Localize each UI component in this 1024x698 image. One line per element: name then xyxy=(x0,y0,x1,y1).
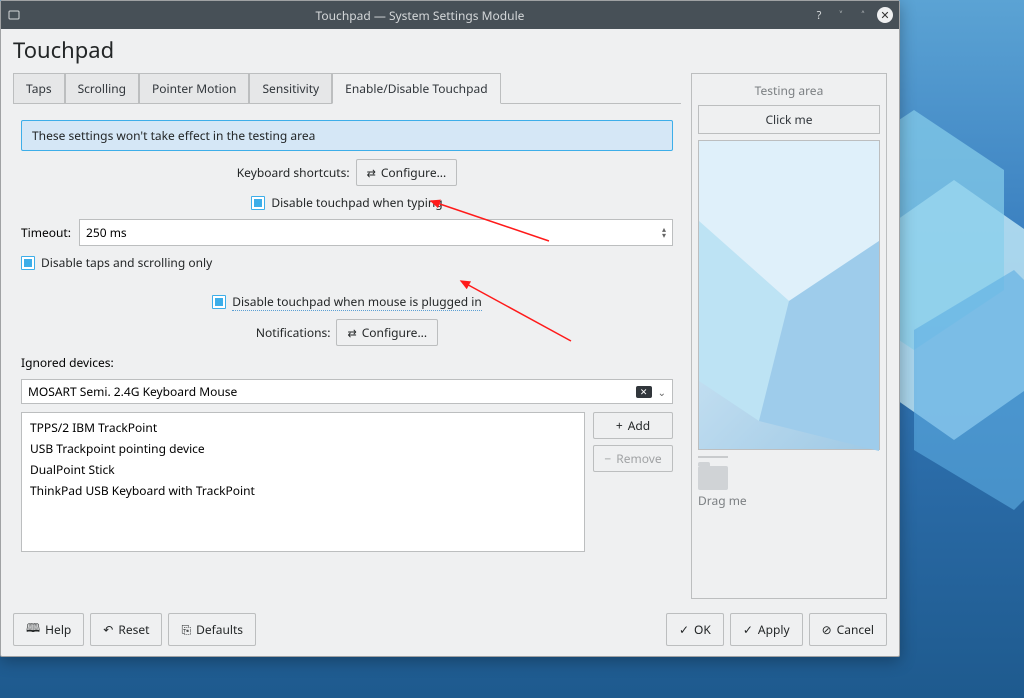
notifications-row: Notifications: Configure... xyxy=(21,319,673,346)
spin-arrows-icon[interactable]: ▴▾ xyxy=(662,227,666,239)
disable-taps-label: Disable taps and scrolling only xyxy=(41,254,212,271)
info-message: These settings won't take effect in the … xyxy=(21,120,673,151)
testing-area-label: Testing area xyxy=(692,74,886,105)
defaults-icon: ⎘ xyxy=(181,621,191,638)
reset-button[interactable]: ↶ Reset xyxy=(90,613,162,646)
tabs: Taps Scrolling Pointer Motion Sensitivit… xyxy=(13,73,681,104)
disable-mouse-row: Disable touchpad when mouse is plugged i… xyxy=(21,293,673,311)
ignored-devices-value: MOSART Semi. 2.4G Keyboard Mouse xyxy=(28,383,630,400)
chevron-down-icon[interactable]: ⌄ xyxy=(658,385,666,399)
help-button[interactable]: 🕮 Help xyxy=(13,613,84,646)
configure-label: Configure... xyxy=(362,324,427,341)
ignored-devices-combo[interactable]: MOSART Semi. 2.4G Keyboard Mouse ✕ ⌄ xyxy=(21,379,673,404)
content: Touchpad Taps Scrolling Pointer Motion S… xyxy=(1,29,899,656)
disable-mouse-checkbox[interactable] xyxy=(212,295,226,309)
disable-typing-checkbox[interactable] xyxy=(251,196,265,210)
undo-icon: ↶ xyxy=(103,621,113,638)
list-item[interactable]: DualPoint Stick xyxy=(26,459,580,480)
help-icon: 🕮 xyxy=(26,619,40,640)
defaults-button[interactable]: ⎘ Defaults xyxy=(168,613,256,646)
list-item[interactable]: USB Trackpoint pointing device xyxy=(26,438,580,459)
apply-label: Apply xyxy=(758,621,790,638)
device-buttons: + Add − Remove xyxy=(593,412,673,552)
apply-button[interactable]: ✓ Apply xyxy=(730,613,803,646)
configure-shortcuts-button[interactable]: Configure... xyxy=(356,159,458,186)
settings-window: Touchpad — System Settings Module ? ˅ ˄ … xyxy=(0,0,900,657)
window-title: Touchpad — System Settings Module xyxy=(29,7,811,24)
window-controls: ? ˅ ˄ ✕ xyxy=(811,7,893,23)
check-icon: ✓ xyxy=(743,621,753,638)
disable-taps-checkbox[interactable] xyxy=(21,256,35,270)
configure-label: Configure... xyxy=(381,164,446,181)
disable-typing-label: Disable touchpad when typing xyxy=(271,194,442,211)
app-icon xyxy=(7,8,21,22)
add-label: Add xyxy=(628,417,650,434)
list-item[interactable]: TPPS/2 IBM TrackPoint xyxy=(26,417,580,438)
device-list[interactable]: TPPS/2 IBM TrackPoint USB Trackpoint poi… xyxy=(21,412,585,552)
list-item[interactable]: ThinkPad USB Keyboard with TrackPoint xyxy=(26,480,580,501)
clear-icon[interactable]: ✕ xyxy=(636,386,652,398)
titlebar: Touchpad — System Settings Module ? ˅ ˄ … xyxy=(1,1,899,29)
keyboard-shortcuts-label: Keyboard shortcuts: xyxy=(237,164,350,181)
drag-me-label: Drag me xyxy=(698,492,880,509)
devices-row: TPPS/2 IBM TrackPoint USB Trackpoint poi… xyxy=(21,412,673,552)
timeout-row: Timeout: 250 ms ▴▾ xyxy=(21,219,673,246)
configure-icon xyxy=(347,324,356,341)
left-column: Taps Scrolling Pointer Motion Sensitivit… xyxy=(13,73,681,599)
testing-surface[interactable] xyxy=(698,140,880,450)
add-button[interactable]: + Add xyxy=(593,412,673,439)
disable-mouse-label: Disable touchpad when mouse is plugged i… xyxy=(232,293,482,311)
folder-icon[interactable] xyxy=(698,466,728,490)
remove-button[interactable]: − Remove xyxy=(593,445,673,472)
cancel-button[interactable]: ⊘ Cancel xyxy=(809,613,887,646)
defaults-label: Defaults xyxy=(196,621,243,638)
cancel-icon: ⊘ xyxy=(822,621,832,638)
plus-icon: + xyxy=(616,417,623,434)
timeout-value: 250 ms xyxy=(86,224,127,241)
page-title: Touchpad xyxy=(1,29,899,73)
configure-icon xyxy=(367,164,376,181)
main-row: Taps Scrolling Pointer Motion Sensitivit… xyxy=(1,73,899,607)
disable-taps-row: Disable taps and scrolling only xyxy=(21,254,673,271)
notifications-label: Notifications: xyxy=(256,324,331,341)
testing-panel: Testing area Click me Drag me xyxy=(691,73,887,599)
ignored-devices-label: Ignored devices: xyxy=(21,354,673,371)
click-me-button[interactable]: Click me xyxy=(698,105,880,134)
tab-enable-disable[interactable]: Enable/Disable Touchpad xyxy=(332,73,500,104)
tab-pointer-motion[interactable]: Pointer Motion xyxy=(139,73,249,103)
footer: 🕮 Help ↶ Reset ⎘ Defaults ✓ OK ✓ Apply ⊘… xyxy=(1,607,899,656)
timeout-spinbox[interactable]: 250 ms ▴▾ xyxy=(79,219,673,246)
keyboard-shortcuts-row: Keyboard shortcuts: Configure... xyxy=(21,159,673,186)
tab-scrolling[interactable]: Scrolling xyxy=(65,73,139,103)
minus-icon: − xyxy=(604,450,611,467)
help-titlebar-icon[interactable]: ? xyxy=(811,7,827,23)
tab-taps[interactable]: Taps xyxy=(13,73,65,103)
configure-notifications-button[interactable]: Configure... xyxy=(336,319,438,346)
minimize-icon[interactable]: ˅ xyxy=(833,7,849,23)
check-icon: ✓ xyxy=(679,621,689,638)
cancel-label: Cancel xyxy=(837,621,874,638)
ok-button[interactable]: ✓ OK xyxy=(666,613,724,646)
timeout-label: Timeout: xyxy=(21,224,71,241)
remove-label: Remove xyxy=(616,450,661,467)
disable-typing-row: Disable touchpad when typing xyxy=(21,194,673,211)
maximize-icon[interactable]: ˄ xyxy=(855,7,871,23)
tab-sensitivity[interactable]: Sensitivity xyxy=(249,73,332,103)
close-icon[interactable]: ✕ xyxy=(877,7,893,23)
help-label: Help xyxy=(45,621,71,638)
ok-label: OK xyxy=(694,621,711,638)
reset-label: Reset xyxy=(118,621,149,638)
tab-body: These settings won't take effect in the … xyxy=(13,104,681,599)
drag-me-area[interactable]: Drag me xyxy=(698,466,880,509)
